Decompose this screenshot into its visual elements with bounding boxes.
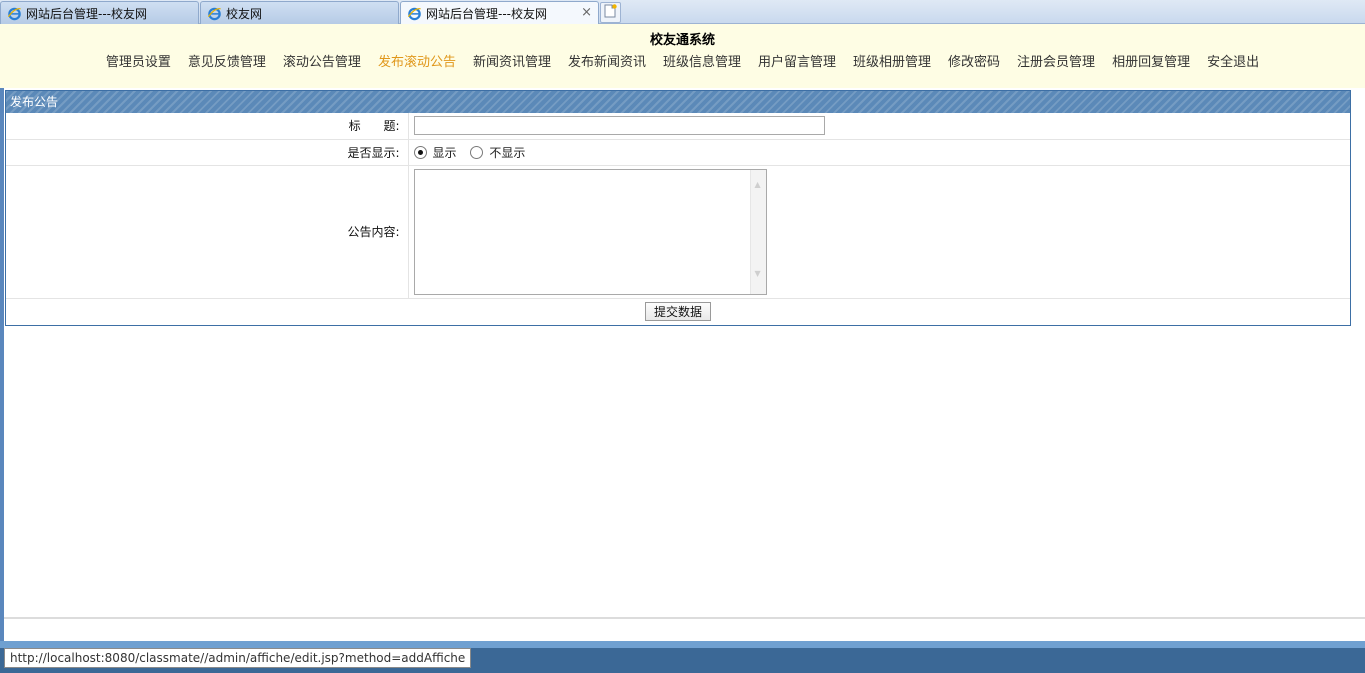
nav-change-password[interactable]: 修改密码 bbox=[948, 51, 1000, 70]
nav-logout[interactable]: 安全退出 bbox=[1207, 51, 1259, 70]
scroll-down-icon[interactable]: ▼ bbox=[755, 269, 761, 278]
display-label: 是否显示: bbox=[6, 139, 408, 166]
nav-scroll-notice-management[interactable]: 滚动公告管理 bbox=[283, 51, 361, 70]
tab-close-icon[interactable]: × bbox=[581, 5, 592, 20]
ie-logo-icon bbox=[207, 6, 222, 21]
browser-tab-strip: 网站后台管理---校友网 校友网 网站后台管理---校友网 × bbox=[0, 0, 1365, 25]
display-hide-radio[interactable] bbox=[470, 145, 484, 159]
frame-left-edge bbox=[0, 88, 4, 641]
site-title: 校友通系统 bbox=[649, 33, 715, 48]
browser-tab-2-label: 校友网 bbox=[226, 6, 263, 21]
frame-bottom-band bbox=[0, 641, 1365, 648]
browser-tab-1[interactable]: 网站后台管理---校友网 bbox=[0, 1, 199, 24]
nav-news-management[interactable]: 新闻资讯管理 bbox=[473, 51, 551, 70]
display-show-radio[interactable] bbox=[413, 145, 427, 159]
form-row-display: 是否显示: 显示 不显示 bbox=[6, 139, 1350, 166]
ie-logo-icon bbox=[407, 6, 422, 21]
status-url-tooltip: http://localhost:8080/classmate//admin/a… bbox=[4, 648, 472, 668]
new-tab-icon bbox=[604, 4, 617, 21]
form-row-submit: 提交数据 bbox=[6, 298, 1350, 324]
nav-class-info-management[interactable]: 班级信息管理 bbox=[663, 51, 741, 70]
main-nav: 管理员设置 意见反馈管理 滚动公告管理 发布滚动公告 新闻资讯管理 发布新闻资讯… bbox=[0, 51, 1365, 70]
form-row-title: 标 题: bbox=[6, 113, 1350, 140]
frame-separator bbox=[4, 617, 1365, 619]
nav-publish-scroll-notice[interactable]: 发布滚动公告 bbox=[378, 51, 456, 70]
browser-tab-2[interactable]: 校友网 bbox=[200, 1, 399, 24]
content-label: 公告内容: bbox=[6, 165, 408, 299]
textarea-scrollbar[interactable]: ▲ ▼ bbox=[749, 169, 766, 294]
form-row-content: 公告内容: ▲ ▼ bbox=[6, 165, 1350, 299]
page-header: 校友通系统 管理员设置 意见反馈管理 滚动公告管理 发布滚动公告 新闻资讯管理 … bbox=[0, 24, 1365, 88]
display-hide-label: 不显示 bbox=[489, 145, 526, 160]
notice-form-table: 标 题: 是否显示: 显示 不显示 公告内容: ▲ ▼ 提交数据 bbox=[6, 113, 1350, 324]
nav-publish-news[interactable]: 发布新闻资讯 bbox=[568, 51, 646, 70]
title-input[interactable] bbox=[413, 116, 825, 136]
content-textarea[interactable]: ▲ ▼ bbox=[413, 168, 767, 295]
display-show-label: 显示 bbox=[432, 145, 457, 160]
nav-class-album-management[interactable]: 班级相册管理 bbox=[853, 51, 931, 70]
browser-tab-3-label: 网站后台管理---校友网 bbox=[426, 7, 547, 21]
submit-button[interactable]: 提交数据 bbox=[644, 301, 711, 321]
nav-user-messages-management[interactable]: 用户留言管理 bbox=[758, 51, 836, 70]
nav-admin-settings[interactable]: 管理员设置 bbox=[106, 51, 171, 70]
nav-member-management[interactable]: 注册会员管理 bbox=[1017, 51, 1095, 70]
new-tab-button[interactable] bbox=[600, 2, 621, 23]
scroll-up-icon[interactable]: ▲ bbox=[755, 180, 761, 189]
nav-feedback-management[interactable]: 意见反馈管理 bbox=[188, 51, 266, 70]
ie-logo-icon bbox=[7, 6, 22, 21]
publish-notice-panel: 发布公告 标 题: 是否显示: 显示 不显示 公告内容: ▲ ▼ 提交数据 bbox=[5, 90, 1351, 326]
title-label: 标 题: bbox=[6, 113, 408, 140]
nav-album-reply-management[interactable]: 相册回复管理 bbox=[1112, 51, 1190, 70]
panel-heading: 发布公告 bbox=[6, 91, 1350, 113]
browser-tab-1-label: 网站后台管理---校友网 bbox=[26, 6, 147, 21]
browser-tab-3-active[interactable]: 网站后台管理---校友网 × bbox=[400, 1, 599, 25]
